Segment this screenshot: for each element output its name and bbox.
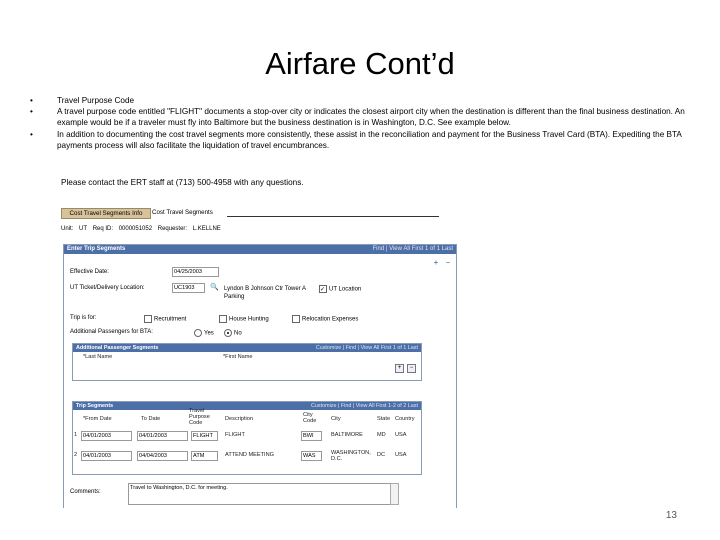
bullet-item: • A travel purpose code entitled "FLIGHT… [30, 106, 690, 128]
from-date-input[interactable]: 04/01/2003 [81, 451, 132, 461]
effective-date-label: Effective Date: [70, 269, 109, 275]
header-info-row: Unit: UT Req ID: 0000051052 Requester: L… [61, 226, 225, 232]
recruitment-checkbox-row[interactable]: Recruitment [144, 315, 186, 323]
bullet-text: In addition to documenting the cost trav… [57, 129, 682, 150]
bullet-text: A travel purpose code entitled "FLIGHT" … [57, 107, 685, 128]
bullet-item: • In addition to documenting the cost tr… [30, 129, 690, 151]
recruitment-label: Recruitment [154, 316, 187, 323]
col-city-code: City Code [303, 412, 317, 424]
remove-icon[interactable]: − [407, 364, 416, 373]
state-value: DC [377, 452, 386, 458]
tab-underline [227, 216, 439, 217]
relocation-checkbox-row[interactable]: Relocation Expenses [292, 315, 358, 323]
no-label: No [234, 330, 242, 337]
col-to-date: To Date [141, 416, 161, 422]
city-value: BALTIMORE [331, 432, 363, 438]
addl-passengers-label: Additional Passengers for BTA: [70, 329, 153, 335]
recruitment-checkbox[interactable] [144, 315, 152, 323]
grid-header: Additional Passenger Segments Customize … [73, 344, 421, 352]
row-number: 1 [74, 432, 78, 438]
page-number: 13 [665, 510, 677, 521]
ut-location-checkbox[interactable]: ✓ [319, 285, 327, 293]
relocation-label: Relocation Expenses [302, 316, 359, 323]
col-country: Country [395, 416, 415, 422]
purpose-code-input[interactable]: ATM [191, 451, 218, 461]
grid-nav[interactable]: Customize | Find | View All First 1 of 1… [316, 344, 418, 352]
reqid-label: Req ID: [92, 226, 114, 232]
delete-row-icon[interactable]: − [444, 259, 452, 267]
no-radio-row[interactable]: No [224, 329, 242, 337]
country-value: USA [395, 432, 407, 438]
requester-label: Requester: [157, 226, 188, 232]
slide-title: Airfare Cont’d [265, 46, 455, 81]
purpose-code-input[interactable]: FLIGHT [191, 431, 218, 441]
panel-header: Enter Trip Segments Find | View All Firs… [64, 245, 456, 254]
addl-passenger-segments-grid: Additional Passenger Segments Customize … [72, 343, 422, 381]
panel-title: Enter Trip Segments [67, 246, 126, 252]
grid-nav[interactable]: Customize | Find | View All First 1-2 of… [311, 402, 418, 410]
grid-title: Trip Segments [76, 403, 114, 409]
bullet-dot-icon: • [30, 129, 33, 139]
grid-header: Trip Segments Customize | Find | View Al… [73, 402, 421, 410]
relocation-checkbox[interactable] [292, 315, 300, 323]
comments-textarea[interactable]: Travel to Washington, D.C. for meeting. [128, 483, 391, 505]
ut-location-checkbox-row[interactable]: ✓ UT Location [319, 285, 361, 293]
tab-bar: Cost Travel Segments Info Cost Travel Se… [59, 206, 459, 219]
col-last-name: *Last Name [83, 354, 113, 360]
contact-note: Please contact the ERT staff at (713) 50… [61, 178, 304, 187]
city-code-input[interactable]: BWI [301, 431, 322, 441]
col-city: City [331, 416, 341, 422]
bullet-dot-icon: • [30, 96, 33, 105]
ticket-location-desc: Lyndon B Johnson Ctr Tower A Parking [224, 286, 306, 300]
requester-value: L.KELLNE [192, 226, 221, 232]
no-radio[interactable] [224, 329, 232, 337]
city-value: WASHINGTON, D.C. [331, 450, 371, 462]
add-row-icon[interactable]: + [432, 259, 440, 267]
tab-cost-travel-segments-info[interactable]: Cost Travel Segments Info [61, 208, 151, 219]
unit-value: UT [79, 226, 88, 232]
add-icon[interactable]: + [395, 364, 404, 373]
city-code-input[interactable]: WAS [301, 451, 322, 461]
panel-nav[interactable]: Find | View All First 1 of 1 Last [373, 245, 453, 254]
ticket-location-input[interactable]: UC1903 [172, 283, 205, 293]
unit-label: Unit: [61, 226, 74, 232]
enter-trip-segments-panel: Enter Trip Segments Find | View All Firs… [63, 244, 457, 508]
bullet-dot-icon: • [30, 107, 33, 117]
ticket-location-label: UT Ticket/Delivery Location: [70, 285, 145, 291]
ut-location-label: UT Location [329, 286, 362, 293]
from-date-input[interactable]: 04/01/2003 [81, 431, 132, 441]
state-value: MD [377, 432, 386, 438]
yes-radio-row[interactable]: Yes [194, 329, 214, 337]
trip-segments-grid: Trip Segments Customize | Find | View Al… [72, 401, 422, 475]
comments-label: Comments: [70, 489, 101, 495]
yes-radio[interactable] [194, 329, 202, 337]
trip-for-label: Trip is for: [70, 315, 97, 321]
col-description: Description [225, 416, 253, 422]
country-value: USA [395, 452, 407, 458]
reqid-value: 0000051052 [118, 226, 153, 232]
bullet-text: Travel Purpose Code [57, 96, 135, 105]
to-date-input[interactable]: 04/04/2003 [137, 451, 188, 461]
embedded-screenshot: Cost Travel Segments Info Cost Travel Se… [59, 206, 459, 508]
grid-title: Additional Passenger Segments [76, 345, 159, 351]
col-state: State [377, 416, 391, 422]
bullet-item: • Travel Purpose Code [30, 95, 690, 106]
tab-cost-travel-segments[interactable]: Cost Travel Segments [149, 208, 216, 217]
to-date-input[interactable]: 04/01/2003 [137, 431, 188, 441]
col-travel-purpose-code: Travel Purpose Code [189, 408, 210, 426]
lookup-icon[interactable]: 🔍 [210, 283, 222, 293]
yes-label: Yes [204, 330, 214, 337]
col-first-name: *First Name [223, 354, 253, 360]
description-value: FLIGHT [225, 432, 245, 438]
comments-scrollbar[interactable] [390, 483, 399, 505]
house-hunting-checkbox-row[interactable]: House Hunting [219, 315, 269, 323]
house-hunting-label: House Hunting [229, 316, 269, 323]
row-number: 2 [74, 452, 78, 458]
col-from-date: *From Date [83, 416, 112, 422]
description-value: ATTEND MEETING [225, 452, 274, 458]
house-hunting-checkbox[interactable] [219, 315, 227, 323]
effective-date-input[interactable]: 04/25/2003 [172, 267, 219, 277]
bullet-list: • Travel Purpose Code • A travel purpose… [30, 95, 690, 151]
